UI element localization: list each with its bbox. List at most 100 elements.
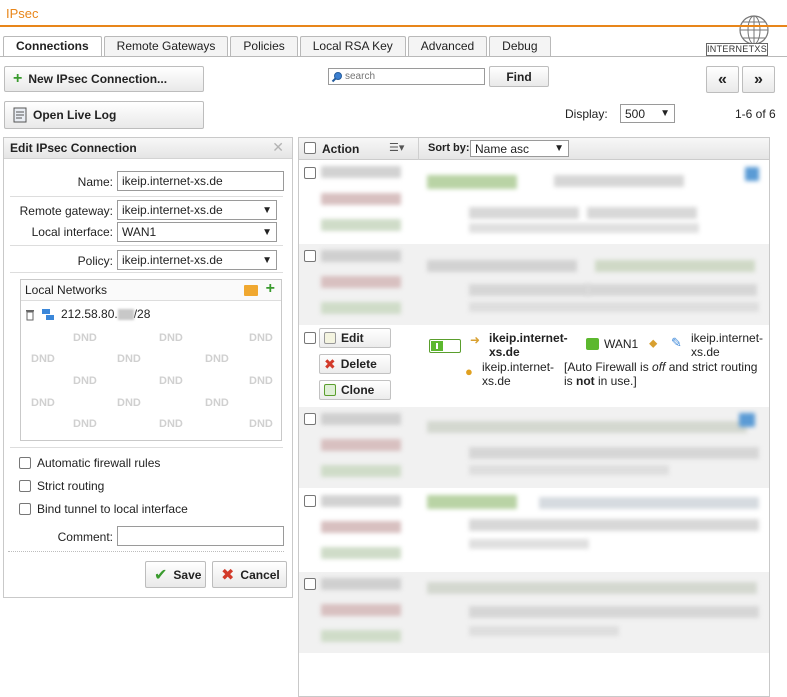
policy-name-line1: ikeip.internet-	[691, 331, 764, 345]
auto-firewall-checkbox-row[interactable]: Automatic firewall rules	[19, 456, 160, 470]
redacted-block	[587, 284, 757, 296]
row-checkbox[interactable]	[304, 495, 316, 507]
trash-icon[interactable]	[25, 308, 35, 321]
dnd-placeholder: DND	[117, 397, 141, 409]
search-box[interactable]	[328, 68, 485, 85]
comment-field[interactable]	[117, 526, 284, 546]
select-all-checkbox[interactable]	[304, 142, 316, 154]
row-checkbox[interactable]	[304, 332, 316, 344]
policy-select[interactable]: ikeip.internet-xs.de ▼	[117, 250, 277, 270]
redacted-block	[321, 193, 401, 205]
tab-debug[interactable]: Debug	[489, 36, 551, 56]
redacted-block	[321, 630, 401, 642]
policy-value: ikeip.internet-xs.de	[122, 253, 223, 267]
display-count-select[interactable]: 500 ▼	[620, 104, 675, 123]
redacted-block	[469, 284, 589, 296]
find-button[interactable]: Find	[489, 66, 549, 87]
redacted-block	[539, 497, 759, 509]
table-row[interactable]	[299, 407, 769, 488]
tab-connections[interactable]: Connections	[3, 36, 102, 57]
dnd-placeholder: DND	[249, 332, 273, 344]
delete-button[interactable]: ✖ Delete	[319, 354, 391, 374]
bind-tunnel-checkbox[interactable]	[19, 503, 31, 515]
strict-routing-checkbox-row[interactable]: Strict routing	[19, 479, 104, 493]
save-label: Save	[173, 567, 202, 582]
previous-page-button[interactable]: «	[706, 66, 739, 93]
tab-local-rsa-key[interactable]: Local RSA Key	[299, 36, 406, 56]
network-entry[interactable]: 212.58.80. /28	[25, 307, 150, 321]
clone-button[interactable]: Clone	[319, 380, 391, 400]
new-ipsec-connection-button[interactable]: + New IPsec Connection...	[4, 66, 204, 92]
tab-remote-gateways[interactable]: Remote Gateways	[103, 36, 229, 56]
redacted-block	[427, 495, 517, 509]
sort-select[interactable]: Name asc ▼	[470, 140, 569, 157]
open-live-log-button[interactable]: Open Live Log	[4, 101, 204, 129]
local-interface-select[interactable]: WAN1 ▼	[117, 222, 277, 242]
tab-divider	[0, 56, 787, 57]
redacted-block	[321, 250, 401, 262]
delete-label: Delete	[340, 357, 377, 371]
dnd-placeholder: DND	[249, 375, 273, 387]
save-button[interactable]: ✔ Save	[145, 561, 206, 588]
chevron-down-icon: ▼	[262, 226, 272, 238]
name-field[interactable]: ikeip.internet-xs.de	[117, 171, 284, 191]
divider	[10, 245, 283, 246]
next-page-button[interactable]: »	[742, 66, 775, 93]
dnd-placeholder: DND	[205, 397, 229, 409]
table-row[interactable]	[299, 572, 769, 653]
remote-gateway-select[interactable]: ikeip.internet-xs.de ▼	[117, 200, 277, 220]
note-off: off	[652, 360, 666, 374]
redacted-block	[321, 413, 401, 425]
edit-label: Edit	[341, 331, 364, 345]
dnd-placeholder: DND	[73, 418, 97, 430]
dnd-placeholder: DND	[159, 418, 183, 430]
redacted-block	[469, 465, 669, 475]
panel-title: Edit IPsec Connection	[10, 141, 137, 155]
redacted-block	[427, 175, 517, 189]
cancel-button[interactable]: ✖ Cancel	[212, 561, 287, 588]
table-row[interactable]	[299, 244, 769, 325]
add-network-icon[interactable]: +	[266, 281, 275, 297]
strict-routing-checkbox[interactable]	[19, 480, 31, 492]
cross-icon: ✖	[221, 566, 235, 584]
open-live-log-label: Open Live Log	[33, 108, 117, 122]
remote-gateway-name-line2: xs.de	[489, 345, 520, 359]
redacted-block	[321, 219, 401, 231]
redacted-block	[321, 604, 401, 616]
tab-advanced[interactable]: Advanced	[407, 36, 488, 56]
redacted-block	[469, 539, 589, 549]
tab-policies[interactable]: Policies	[230, 36, 298, 56]
close-icon[interactable]: ✕	[272, 139, 284, 156]
row-checkbox[interactable]	[304, 167, 316, 179]
connection-toggle[interactable]	[429, 339, 461, 353]
network-address: 212.58.80.	[61, 307, 118, 321]
dnd-placeholder: DND	[31, 397, 55, 409]
row-checkbox[interactable]	[304, 413, 316, 425]
connection-note: [Auto Firewall is off and strict routing…	[564, 360, 757, 388]
table-row[interactable]	[299, 161, 769, 243]
auto-firewall-checkbox[interactable]	[19, 457, 31, 469]
row-checkbox[interactable]	[304, 578, 316, 590]
clone-icon	[324, 384, 336, 396]
name-label: Name:	[77, 175, 113, 189]
edit-button[interactable]: Edit	[319, 328, 391, 348]
table-row[interactable]	[299, 489, 769, 571]
column-menu-icon[interactable]: ☰▾	[389, 141, 404, 154]
table-row-selected[interactable]: Edit ✖ Delete Clone ➜ ikeip.internet- xs…	[299, 326, 769, 406]
redacted-block	[321, 465, 401, 477]
network-key-icon: ●	[465, 364, 473, 379]
folder-icon[interactable]	[243, 285, 258, 296]
dnd-placeholder: DND	[117, 353, 141, 365]
row-checkbox[interactable]	[304, 250, 316, 262]
bind-tunnel-checkbox-row[interactable]: Bind tunnel to local interface	[19, 502, 188, 516]
network-suffix: /28	[133, 307, 151, 321]
chevron-down-icon: ▼	[660, 108, 670, 119]
chevron-down-icon: ▼	[554, 143, 564, 154]
redacted-block	[739, 413, 755, 427]
interface-icon	[586, 338, 599, 350]
redacted-block	[554, 175, 684, 187]
search-input[interactable]	[343, 69, 478, 84]
network-name: ikeip.internet- xs.de	[482, 360, 554, 388]
strict-routing-label: Strict routing	[37, 479, 105, 493]
redacted-block	[321, 495, 401, 507]
